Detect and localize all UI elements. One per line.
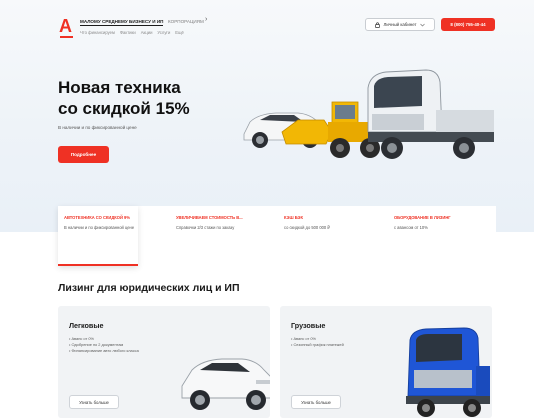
segment-corporations[interactable]: КОРПОРАЦИЯМ — [168, 19, 204, 25]
card-bullets: • Аванс от 0% • Сезонный график платежей — [291, 336, 381, 348]
card-title: Легковые — [69, 321, 104, 330]
white-crossover-image — [181, 358, 270, 410]
segment-small-business[interactable]: МАЛОМУ СРЕДНЕМУ БИЗНЕСУ И ИП — [80, 19, 164, 26]
feature-title: АВТОТЕХНИКА СО СКИДКОЙ 9% — [64, 215, 130, 220]
feature-title: КЭШ БЭК — [284, 215, 303, 220]
card-title: Грузовые — [291, 321, 326, 330]
learn-more-button[interactable]: Узнать больше — [69, 395, 119, 409]
nav-item-services[interactable]: Услуги — [157, 30, 170, 35]
hero-title-line-1: Новая техника — [58, 78, 181, 97]
feature-desc: Справочки 2/3 стажи по заказу — [176, 225, 235, 230]
truck-illustration — [367, 69, 494, 159]
details-button[interactable]: Подробнее — [58, 146, 109, 163]
feature-title: УВЕЛИЧИВАЕМ СТОИМОСТЬ В... — [176, 215, 243, 220]
nav-item-finance[interactable]: Что финансируем — [80, 30, 115, 35]
phone-button[interactable]: 8 (800) 755-40-44 — [441, 18, 495, 31]
alfa-logo[interactable]: A — [59, 17, 75, 38]
hero-title-line-2: со скидкой 15% — [58, 99, 190, 118]
feature-tab-autotech[interactable]: АВТОТЕХНИКА СО СКИДКОЙ 9% В наличии и по… — [58, 206, 138, 266]
list-item: • Сезонный график платежей — [291, 341, 344, 347]
chevron-right-icon[interactable]: › — [205, 16, 207, 23]
nav-item-facts[interactable]: Фактики — [120, 30, 136, 35]
section-title: Лизинг для юридических лиц и ИП — [58, 282, 240, 294]
cabinet-label: Личный кабинет — [383, 22, 417, 27]
feature-active-indicator — [58, 264, 138, 266]
feature-tab-cashback[interactable]: КЭШ БЭК со скидкой до 500 000 ₽ — [284, 206, 364, 266]
card-bullets: • Аванс от 0% • Одобрение по 2 документа… — [69, 336, 159, 353]
feature-desc: со скидкой до 500 000 ₽ — [284, 225, 330, 230]
hero-subtitle: В наличии и по фиксированной цене — [58, 125, 137, 130]
blue-truck-image — [406, 327, 490, 417]
hero-title: Новая техника со скидкой 15% — [58, 77, 258, 119]
lock-icon — [375, 21, 381, 28]
hero-vehicles-image — [243, 69, 494, 159]
feature-title: ОБОРУДОВАНИЕ В ЛИЗИНГ — [394, 215, 451, 220]
feature-desc: с авансом от 10% — [394, 225, 428, 230]
loader-illustration — [281, 101, 380, 158]
feature-tab-cost[interactable]: УВЕЛИЧИВАЕМ СТОИМОСТЬ В... Справочки 2/3… — [176, 206, 256, 266]
features-strip: АВТОТЕХНИКА СО СКИДКОЙ 9% В наличии и по… — [58, 206, 496, 266]
learn-more-button[interactable]: Узнать больше — [291, 395, 341, 409]
nav-item-promos[interactable]: Акции — [141, 30, 153, 35]
list-item: • Финансирование авто любого класса — [69, 347, 139, 353]
card-trucks[interactable]: Грузовые • Аванс от 0% • Сезонный график… — [280, 306, 492, 418]
feature-tab-equipment[interactable]: ОБОРУДОВАНИЕ В ЛИЗИНГ с авансом от 10% — [394, 206, 484, 266]
personal-cabinet-button[interactable]: Личный кабинет — [365, 18, 435, 31]
card-passenger[interactable]: Легковые • Аванс от 0% • Одобрение по 2 … — [58, 306, 270, 418]
main-nav: Что финансируем Фактики Акции Услуги Ещё — [80, 30, 184, 35]
feature-desc: В наличии и по фиксированной цене — [64, 225, 135, 230]
nav-item-more[interactable]: Ещё — [175, 30, 184, 35]
chevron-down-icon — [419, 23, 425, 26]
